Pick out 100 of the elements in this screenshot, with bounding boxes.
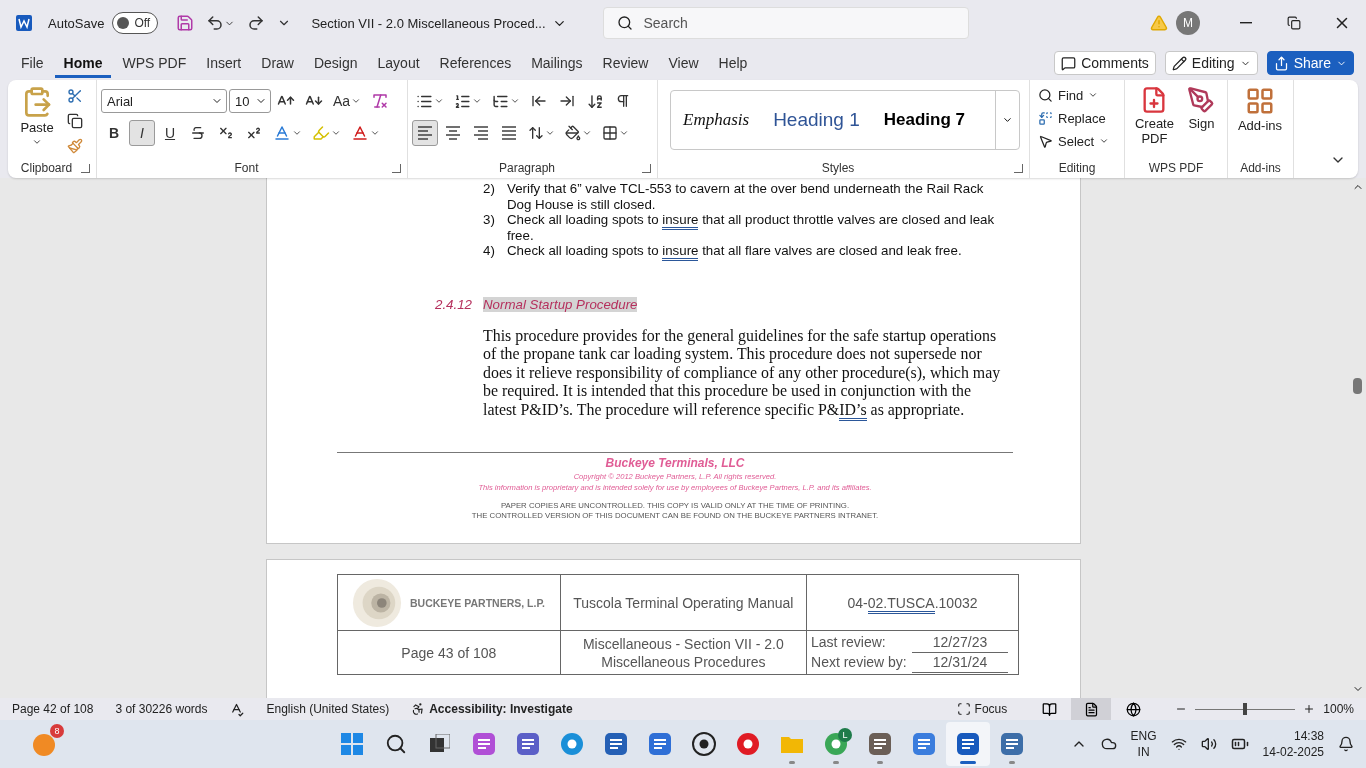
- dialog-launcher-icon[interactable]: [642, 163, 651, 173]
- sign-button[interactable]: Sign: [1179, 84, 1223, 158]
- accessibility-button[interactable]: Accessibility: Investigate: [411, 702, 573, 716]
- ribbon-tab[interactable]: Draw: [252, 48, 303, 78]
- align-left-icon: [416, 125, 434, 141]
- comments-button[interactable]: Comments: [1054, 51, 1156, 75]
- borders-icon: [602, 125, 618, 141]
- ribbon-tab[interactable]: Design: [304, 48, 367, 78]
- strikethrough-icon: [190, 125, 206, 141]
- search-field[interactable]: Search: [602, 7, 969, 39]
- table-cell: Tuscola Terminal Operating Manual: [560, 574, 807, 631]
- share-button[interactable]: Share: [1266, 51, 1354, 75]
- font-size-field[interactable]: 10: [229, 89, 271, 113]
- paintbrush-icon: [67, 138, 83, 155]
- warning-icon: [1150, 14, 1168, 32]
- replace-button[interactable]: Replace: [1034, 107, 1114, 129]
- bold-button[interactable]: B: [101, 120, 127, 146]
- footer-company: Buckeye Terminals, LLC: [605, 456, 745, 470]
- ribbon-tab[interactable]: WPS PDF: [113, 48, 196, 78]
- undo-icon: [206, 14, 225, 32]
- text-effects-icon: [273, 124, 291, 142]
- user-avatar[interactable]: M: [1176, 11, 1200, 35]
- autosave-toggle[interactable]: Off: [112, 12, 159, 34]
- app-icon: [516, 732, 540, 756]
- highlighter-icon: [312, 124, 330, 142]
- volume-icon: [1200, 736, 1217, 752]
- caret-icon: [545, 128, 555, 138]
- folder-icon: [780, 734, 804, 754]
- group-label: Styles: [820, 161, 856, 175]
- group-label: Clipboard: [19, 161, 74, 175]
- redo-icon: [247, 14, 266, 32]
- editing-mode-button[interactable]: Editing: [1164, 51, 1258, 75]
- ribbon-tab[interactable]: Mailings: [522, 48, 592, 78]
- add-ins-button[interactable]: Add-ins: [1232, 84, 1288, 158]
- globe-icon: [1125, 701, 1141, 717]
- scissors-icon: [67, 87, 83, 104]
- review-date: 12/31/24: [912, 652, 1008, 673]
- taskbar-button[interactable]: L: [814, 722, 858, 766]
- dialog-launcher-icon[interactable]: [1014, 163, 1023, 173]
- subscript-icon: [218, 125, 234, 141]
- cloud-icon: [1100, 736, 1117, 752]
- browser-icon: [736, 732, 760, 756]
- table-cell: 04-02.TUSCA.10032: [806, 574, 1019, 631]
- dialog-launcher-icon[interactable]: [81, 163, 90, 173]
- print-view-button[interactable]: [1071, 698, 1112, 720]
- ribbon-tab[interactable]: File: [12, 48, 53, 78]
- zoom-slider-thumb[interactable]: [1243, 702, 1248, 715]
- body-paragraph: This procedure provides for the general guidelines for the safe startup operations of the propane tank car loading system. This procedure does not supersede nor does it relieve responsibility of compliance of any other procedure(s), which may be required. It is intended that this procedure be used in conjunction with the latest P&ID’s. The procedure will reference specific P&ID’s as appropriate.: [483, 326, 1004, 419]
- notifications-icon: [1338, 736, 1354, 752]
- caret-icon: [292, 128, 302, 138]
- section-heading: Normal Startup Procedure: [483, 296, 638, 312]
- select-button[interactable]: Select: [1034, 130, 1114, 152]
- font-name-field[interactable]: Arial: [101, 89, 227, 113]
- caret-icon: [619, 128, 629, 138]
- ribbon-tab[interactable]: Insert: [197, 48, 251, 78]
- ribbon-tab[interactable]: Home: [54, 48, 112, 78]
- language-button[interactable]: English (United States): [266, 702, 390, 716]
- ribbon-tab[interactable]: View: [659, 48, 708, 78]
- focus-button[interactable]: Focus: [956, 702, 1008, 716]
- underline-button[interactable]: U: [157, 120, 183, 146]
- ribbon-tab[interactable]: Help: [709, 48, 757, 78]
- caret-icon: [582, 128, 592, 138]
- section-text: Miscellaneous - Section VII - 2.0: [581, 634, 785, 653]
- running-indicator: [877, 761, 883, 764]
- zoom-in-icon: [1303, 703, 1316, 715]
- find-button[interactable]: Find: [1034, 84, 1114, 106]
- change-case-button[interactable]: Aa: [329, 88, 366, 114]
- decrease-indent-icon: [531, 93, 547, 109]
- ribbon-tab[interactable]: Review: [593, 48, 658, 78]
- italic-button[interactable]: I: [129, 120, 155, 146]
- list-number: 2): [483, 181, 496, 198]
- running-indicator: [960, 761, 976, 764]
- language-indicator[interactable]: ENG IN: [1130, 728, 1157, 760]
- document-app-icon: [956, 732, 980, 756]
- comment-icon: [1061, 55, 1077, 71]
- review-label: Next review by:: [811, 652, 907, 672]
- app-icon: [472, 732, 496, 756]
- create-pdf-button[interactable]: Create PDF: [1129, 84, 1180, 158]
- save-icon: [176, 14, 195, 32]
- style-item[interactable]: Heading 7: [871, 91, 977, 149]
- sort-icon: [586, 92, 604, 110]
- group-label: Font: [233, 161, 260, 175]
- style-item[interactable]: Heading 1: [761, 91, 872, 149]
- caret-icon: [1088, 90, 1099, 100]
- grid-icon: [1245, 86, 1275, 116]
- widget-icon[interactable]: [31, 731, 57, 757]
- clock[interactable]: 14:38 14-02-2025: [1262, 728, 1324, 760]
- scrollbar-thumb[interactable]: [1353, 378, 1362, 394]
- wifi-icon: [1170, 736, 1187, 752]
- taskbar-button[interactable]: [946, 722, 990, 766]
- section-text: Miscellaneous Procedures: [600, 652, 767, 671]
- left-align-button[interactable]: [412, 120, 438, 146]
- style-item[interactable]: Emphasis: [671, 91, 762, 149]
- dialog-launcher-icon[interactable]: [392, 163, 401, 173]
- document-title[interactable]: Section VII - 2.0 Miscellaneous Proced...: [311, 15, 567, 31]
- list-item-text: Verify that 6” valve TCL-553 to cavern at the over bend underneath the Rail Rack Dog House is still closed.: [507, 181, 985, 212]
- ribbon-tab[interactable]: Layout: [368, 48, 429, 78]
- ribbon-tab[interactable]: References: [430, 48, 521, 78]
- align-right-icon: [472, 125, 490, 141]
- paste-button[interactable]: Paste: [12, 84, 62, 158]
